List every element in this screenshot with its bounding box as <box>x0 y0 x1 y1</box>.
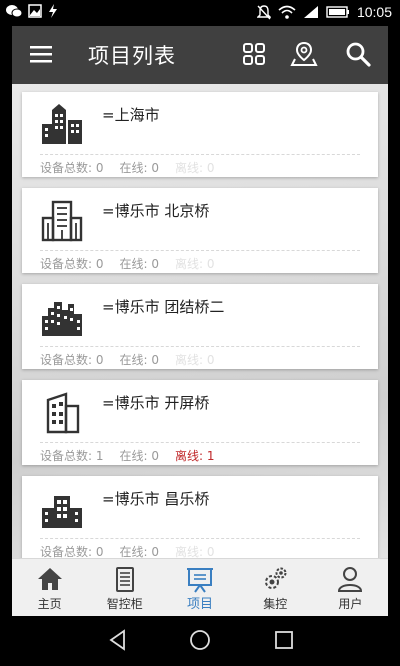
home-nav-icon[interactable] <box>188 628 212 652</box>
status-bar: 10:05 <box>0 0 400 26</box>
status-time: 10:05 <box>356 4 392 20</box>
tab-central-control[interactable]: 集控 <box>238 559 313 616</box>
gears-icon <box>265 567 287 589</box>
offline-devices: 离线: 0 <box>175 161 215 175</box>
office-building-icon <box>46 392 80 434</box>
online-devices: 在线: 0 <box>119 449 160 463</box>
project-card[interactable]: =博乐市 北京桥 设备总数: 0 在线: 0 离线: 0 <box>22 188 378 273</box>
search-icon[interactable] <box>344 40 372 68</box>
project-name: =博乐市 昌乐桥 <box>102 490 210 508</box>
card-divider <box>40 538 360 539</box>
tab-smart-cabinet[interactable]: 智控柜 <box>87 559 162 616</box>
total-devices: 设备总数: 0 <box>40 545 104 558</box>
total-devices: 设备总数: 0 <box>40 353 104 367</box>
cabinet-icon <box>115 567 134 592</box>
device-stats: 设备总数: 0 在线: 0 离线: 0 <box>40 351 215 368</box>
online-devices: 在线: 0 <box>119 353 160 367</box>
card-divider <box>40 154 360 155</box>
mute-icon <box>256 5 271 20</box>
card-divider <box>40 346 360 347</box>
user-icon <box>338 567 363 592</box>
online-devices: 在线: 0 <box>119 161 160 175</box>
tab-home[interactable]: 主页 <box>12 559 87 616</box>
device-stats: 设备总数: 0 在线: 0 离线: 0 <box>40 255 215 272</box>
recents-icon[interactable] <box>272 628 296 652</box>
page-title: 项目列表 <box>88 44 176 68</box>
battery-icon <box>326 6 349 18</box>
tab-user[interactable]: 用户 <box>313 559 388 616</box>
bottom-tab-bar: 主页 智控柜 项目 集控 用户 <box>12 558 388 616</box>
total-devices: 设备总数: 0 <box>40 257 104 271</box>
device-stats: 设备总数: 0 在线: 0 离线: 0 <box>40 159 215 176</box>
project-name: =博乐市 北京桥 <box>102 202 210 220</box>
online-devices: 在线: 0 <box>119 257 160 271</box>
project-name: =博乐市 团结桥二 <box>102 298 225 316</box>
project-name: =博乐市 开屏桥 <box>102 394 210 412</box>
city-buildings-icon <box>42 104 82 144</box>
wechat-icon <box>6 5 22 18</box>
flash-icon <box>49 4 57 18</box>
offline-devices: 离线: 0 <box>175 353 215 367</box>
offline-devices-alert: 离线: 1 <box>175 449 215 463</box>
offline-devices: 离线: 0 <box>175 257 215 271</box>
skyline-icon <box>42 302 82 336</box>
grid-icon[interactable] <box>240 40 268 68</box>
device-stats: 设备总数: 0 在线: 0 离线: 0 <box>40 543 215 558</box>
project-card[interactable]: =博乐市 昌乐桥 设备总数: 0 在线: 0 离线: 0 <box>22 476 378 558</box>
project-icon <box>187 568 213 593</box>
online-devices: 在线: 0 <box>119 545 160 558</box>
total-devices: 设备总数: 1 <box>40 449 104 463</box>
app-bar: 项目列表 <box>12 26 388 84</box>
signal-icon <box>303 6 318 18</box>
project-card[interactable]: =上海市 设备总数: 0 在线: 0 离线: 0 <box>22 92 378 177</box>
back-icon[interactable] <box>106 628 130 652</box>
system-nav-bar <box>0 616 400 666</box>
project-name: =上海市 <box>102 106 160 124</box>
card-divider <box>40 442 360 443</box>
project-card[interactable]: =博乐市 开屏桥 设备总数: 1 在线: 0 离线: 1 <box>22 380 378 465</box>
home-icon <box>37 568 62 590</box>
menu-icon[interactable] <box>30 43 52 65</box>
card-divider <box>40 250 360 251</box>
tall-building-icon <box>41 200 83 242</box>
project-card[interactable]: =博乐市 团结桥二 设备总数: 0 在线: 0 离线: 0 <box>22 284 378 369</box>
low-building-icon <box>42 496 82 528</box>
offline-devices: 离线: 0 <box>175 545 215 558</box>
tab-projects[interactable]: 项目 <box>162 559 237 616</box>
map-location-icon[interactable] <box>290 40 318 68</box>
total-devices: 设备总数: 0 <box>40 161 104 175</box>
image-icon <box>28 4 42 18</box>
wifi-icon <box>278 5 296 19</box>
device-stats: 设备总数: 1 在线: 0 离线: 1 <box>40 447 215 464</box>
project-list[interactable]: =上海市 设备总数: 0 在线: 0 离线: 0 =博乐市 北京桥 设备总数: … <box>12 84 388 558</box>
